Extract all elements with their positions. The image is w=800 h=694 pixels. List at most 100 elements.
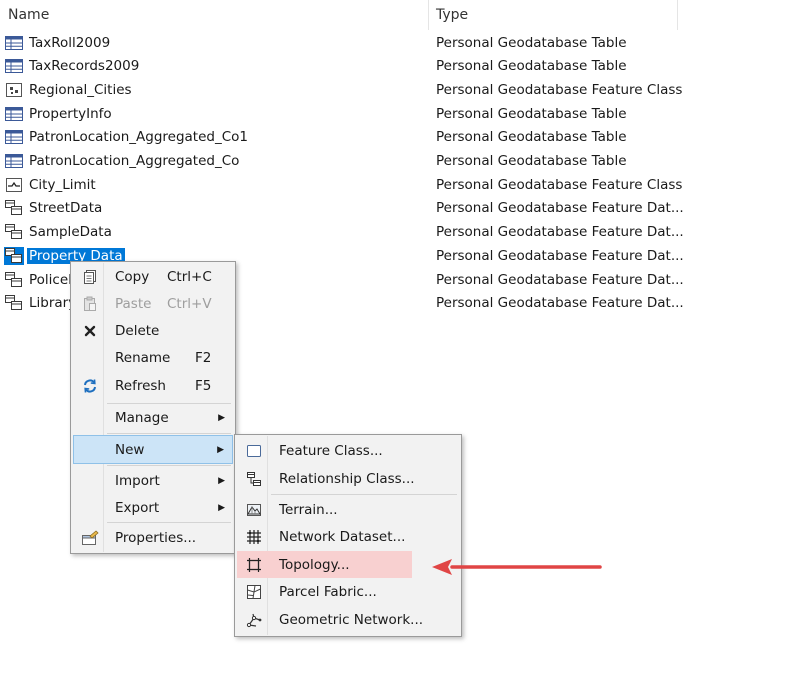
menu-item-parcel-fabric[interactable]: Parcel Fabric... [237,578,459,605]
menu-item-label: Export [115,499,160,516]
table-row[interactable]: TaxRecords2009 Personal Geodatabase Table [0,55,690,78]
table-row[interactable]: StreetData Personal Geodatabase Feature D… [0,197,690,220]
table-row[interactable]: Regional_Cities Personal Geodatabase Feat… [0,78,690,101]
menu-item-network-dataset[interactable]: Network Dataset... [237,523,459,550]
menu-item-label: Import [115,472,160,489]
menu-item-label: Copy [115,268,150,285]
feature-dataset-icon [4,271,24,289]
name-cell: PropertyInfo [4,102,114,125]
item-name: TaxRoll2009 [29,34,111,51]
point-feature-class-icon [4,81,24,99]
topology-icon [243,554,265,576]
menu-item-label: Topology... [279,556,350,573]
name-cell: StreetData [4,197,104,220]
menu-item-label: Network Dataset... [279,528,406,545]
type-cell: Personal Geodatabase Table [436,58,627,75]
menu-separator [107,522,231,523]
menu-shortcut: Ctrl+C [167,268,212,285]
type-cell: Personal Geodatabase Feature Class [436,176,683,193]
table-row[interactable]: TaxRoll2009 Personal Geodatabase Table [0,31,690,54]
menu-item-label: Manage [115,409,169,426]
menu-item-feature-class[interactable]: Feature Class... [237,437,459,464]
parcel-fabric-icon [243,581,265,603]
menu-item-manage[interactable]: Manage ▶ [73,404,233,431]
type-cell: Personal Geodatabase Feature Dat... [436,200,684,217]
type-cell: Personal Geodatabase Feature Dat... [436,224,684,241]
submenu-arrow-icon: ▶ [217,444,224,455]
name-cell: PatronLocation_Aggregated_Co [4,150,241,173]
menu-shortcut: F5 [195,377,212,394]
feature-dataset-icon [4,246,24,265]
type-cell: Personal Geodatabase Feature Dat... [436,295,684,312]
type-cell: Personal Geodatabase Table [436,153,627,169]
type-cell: Personal Geodatabase Table [436,34,627,51]
menu-shortcut: Ctrl+V [167,295,212,312]
menu-item-copy[interactable]: Copy Ctrl+C [73,263,233,290]
new-submenu: Feature Class... Relationship Class... T… [234,434,462,637]
delete-x-icon [79,320,101,342]
annotation-arrow-icon [432,559,602,575]
name-cell: City_Limit [4,173,98,196]
table-row[interactable]: SampleData Personal Geodatabase Feature D… [0,221,690,244]
menu-item-label: Delete [115,322,160,339]
menu-item-terrain[interactable]: Terrain... [237,496,459,523]
menu-item-rename[interactable]: Rename F2 [73,344,233,371]
menu-item-label: New [115,441,145,458]
type-cell: Personal Geodatabase Table [436,105,627,122]
menu-separator [107,465,231,466]
name-cell: PatronLocation_Aggregated_Co1 [4,126,250,149]
type-cell: Personal Geodatabase Feature Class [436,81,683,98]
name-cell: Regional_Cities [4,78,134,101]
menu-separator [107,433,231,434]
feature-dataset-icon [4,223,24,241]
menu-item-export[interactable]: Export ▶ [73,494,233,521]
feature-dataset-icon [4,294,24,312]
item-name: City_Limit [29,176,96,193]
table-row[interactable]: PatronLocation_Aggregated_Co Personal Geo… [0,150,690,173]
menu-separator [271,494,457,495]
menu-item-label: Paste [115,295,152,312]
feature-dataset-icon [4,199,24,217]
table-row[interactable]: PropertyInfo Personal Geodatabase Table [0,102,690,125]
menu-item-paste[interactable]: Paste Ctrl+V [73,290,233,317]
menu-item-relationship-class[interactable]: Relationship Class... [237,465,459,492]
menu-item-refresh[interactable]: Refresh F5 [73,372,233,399]
submenu-arrow-icon: ▶ [218,475,225,486]
item-name: Regional_Cities [29,81,132,98]
item-name: PatronLocation_Aggregated_Co1 [29,129,248,146]
type-cell: Personal Geodatabase Feature Dat... [436,271,684,288]
table-row[interactable]: City_Limit Personal Geodatabase Feature C… [0,173,690,196]
table-row[interactable]: PatronLocation_Aggregated_Co1 Personal Ge… [0,126,690,149]
menu-item-delete[interactable]: Delete [73,317,233,344]
item-name: PropertyInfo [29,105,112,122]
menu-item-topology[interactable]: Topology... [237,551,412,578]
column-divider[interactable] [677,0,678,30]
name-cell: SampleData [4,221,114,244]
menu-item-import[interactable]: Import ▶ [73,467,233,494]
paste-icon [79,293,101,315]
name-cell: TaxRoll2009 [4,31,112,54]
type-cell: Personal Geodatabase Feature Dat... [436,247,684,264]
menu-item-label: Feature Class... [279,442,383,459]
menu-item-label: Refresh [115,377,166,394]
menu-item-label: Geometric Network... [279,611,424,628]
table-icon [4,57,24,75]
context-menu: Copy Ctrl+C Paste Ctrl+V Delete Rename F… [70,261,236,554]
relationship-class-icon [243,468,265,490]
table-icon [4,152,24,170]
menu-item-properties[interactable]: Properties... [73,524,233,551]
submenu-arrow-icon: ▶ [218,412,225,423]
item-name: StreetData [29,200,103,217]
menu-item-geometric-network[interactable]: Geometric Network... [237,606,459,633]
menu-item-new[interactable]: New ▶ [73,435,233,464]
menu-item-label: Parcel Fabric... [279,583,377,600]
column-header-name[interactable]: Name [8,0,49,30]
item-name: PatronLocation_Aggregated_Co [29,153,240,169]
column-header-type[interactable]: Type [436,0,468,30]
column-divider[interactable] [428,0,429,30]
menu-item-label: Terrain... [279,501,338,518]
name-cell: TaxRecords2009 [4,55,141,78]
geometric-network-icon [243,609,265,631]
type-cell: Personal Geodatabase Table [436,129,627,146]
feature-class-icon [243,440,265,462]
